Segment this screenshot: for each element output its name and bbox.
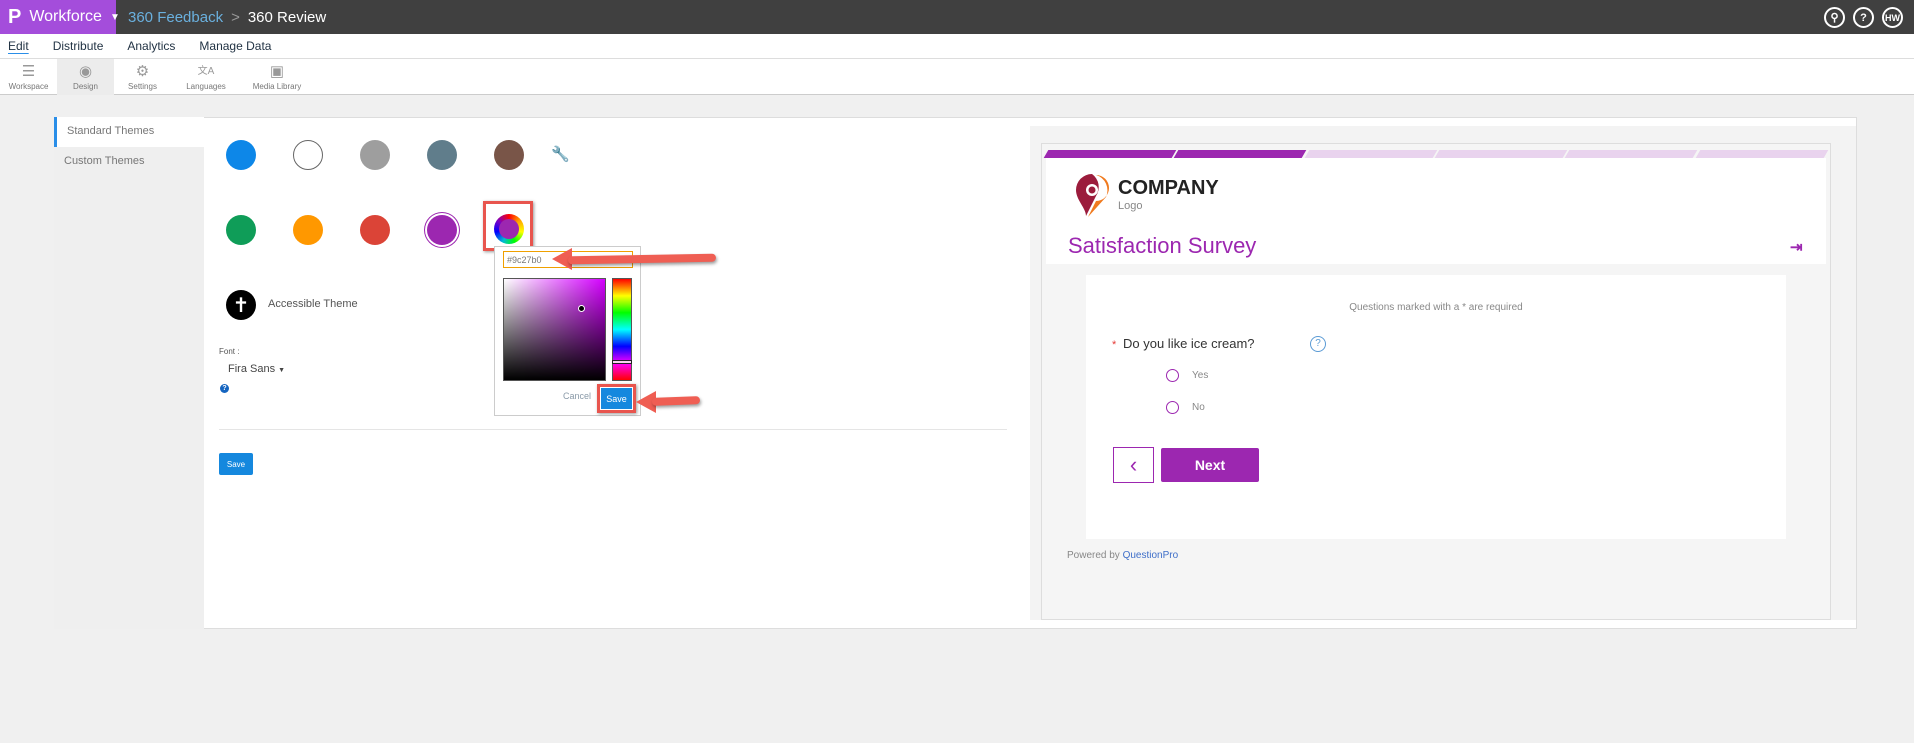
logo-icon: P xyxy=(8,5,22,28)
sidebar-standard-themes[interactable]: Standard Themes xyxy=(54,117,204,147)
color-cursor[interactable] xyxy=(578,305,585,312)
chevron-left-icon: ‹ xyxy=(1129,452,1138,477)
theme-swatch[interactable] xyxy=(427,215,457,245)
breadcrumb-separator: > xyxy=(231,8,240,26)
tool-label: Media Library xyxy=(252,81,302,91)
product-name: Workforce xyxy=(29,8,102,25)
breadcrumb: 360 Feedback > 360 Review xyxy=(128,0,326,34)
menu-distribute[interactable]: Distribute xyxy=(53,39,104,53)
gear-icon: ⚙ xyxy=(135,62,150,80)
powered-by: Powered by QuestionPro xyxy=(1067,550,1178,561)
hue-slider-handle[interactable] xyxy=(612,360,632,364)
hue-slider[interactable] xyxy=(612,278,632,381)
translate-icon: 文A xyxy=(197,65,215,77)
radio-yes[interactable] xyxy=(1166,369,1179,382)
help-icon[interactable]: ? xyxy=(220,384,229,393)
product-switcher[interactable]: P Workforce ▼ xyxy=(0,0,120,34)
progress-segment xyxy=(1565,150,1698,158)
accessible-theme-label[interactable]: Accessible Theme xyxy=(268,298,358,310)
breadcrumb-360-review: 360 Review xyxy=(247,8,327,26)
theme-swatch[interactable] xyxy=(226,215,256,245)
tool-label: Settings xyxy=(128,81,157,91)
picker-cancel-button[interactable]: Cancel xyxy=(563,391,591,401)
accessibility-icon[interactable]: ✝ xyxy=(226,290,256,320)
progress-segment xyxy=(1174,150,1307,158)
theme-swatch[interactable] xyxy=(226,140,256,170)
menu-analytics[interactable]: Analytics xyxy=(127,39,175,53)
company-logo-text: Logo xyxy=(1118,200,1143,212)
breadcrumb-360-feedback[interactable]: 360 Feedback xyxy=(128,9,223,26)
powered-by-text: Powered by xyxy=(1067,550,1120,561)
caret-down-icon: ▼ xyxy=(278,367,286,374)
user-avatar[interactable]: HW xyxy=(1882,7,1903,28)
wrench-icon[interactable]: 🔧 xyxy=(551,145,570,163)
save-button[interactable]: Save xyxy=(219,453,253,475)
theme-swatch[interactable] xyxy=(427,140,457,170)
questionpro-link[interactable]: QuestionPro xyxy=(1123,550,1179,561)
font-value: Fira Sans xyxy=(228,363,276,375)
radio-no[interactable] xyxy=(1166,401,1179,414)
option-label[interactable]: No xyxy=(1192,402,1205,413)
theme-swatch[interactable] xyxy=(293,215,323,245)
main-menu: Edit Distribute Analytics Manage Data xyxy=(0,34,1914,59)
question-card xyxy=(1086,275,1786,539)
palette-icon: ◉ xyxy=(78,62,93,80)
required-note: Questions marked with a * are required xyxy=(1349,302,1523,313)
progress-segment xyxy=(1434,150,1568,158)
company-name: COMPANY xyxy=(1118,177,1219,199)
progress-bar xyxy=(1043,150,1829,158)
tool-workspace[interactable]: ☰ Workspace xyxy=(0,59,57,95)
theme-swatch[interactable] xyxy=(360,215,390,245)
tool-design[interactable]: ◉ Design xyxy=(57,59,114,95)
tool-label: Design xyxy=(73,81,98,91)
search-icon[interactable]: ⚲ xyxy=(1824,7,1845,28)
company-logo-icon xyxy=(1076,174,1109,217)
divider xyxy=(219,429,1007,430)
font-label: Font : xyxy=(219,347,240,356)
required-asterisk: * xyxy=(1112,339,1117,351)
caret-down-icon: ▼ xyxy=(109,11,120,23)
picker-save-button[interactable]: Save xyxy=(601,388,632,409)
tool-media-library[interactable]: ▣ Media Library xyxy=(241,59,313,95)
sidebar-custom-themes[interactable]: Custom Themes xyxy=(54,147,204,177)
tool-label: Languages xyxy=(186,81,226,91)
progress-segment xyxy=(1043,150,1177,158)
exit-icon[interactable]: ⇥ xyxy=(1790,238,1803,256)
tool-languages[interactable]: 文A Languages xyxy=(171,59,241,95)
theme-swatch[interactable] xyxy=(360,140,390,170)
custom-color-wheel-icon[interactable] xyxy=(494,214,524,244)
toolbar: ☰ Workspace ◉ Design ⚙ Settings 文A Languages… xyxy=(0,59,1914,95)
list-icon: ☰ xyxy=(21,62,36,80)
next-button[interactable]: Next xyxy=(1161,448,1259,482)
progress-segment xyxy=(1695,150,1829,158)
tool-label: Workspace xyxy=(8,81,49,91)
image-icon: ▣ xyxy=(269,62,285,80)
menu-manage-data[interactable]: Manage Data xyxy=(199,39,271,53)
option-label[interactable]: Yes xyxy=(1192,370,1208,381)
back-button[interactable]: ‹ xyxy=(1113,447,1154,483)
theme-swatch[interactable] xyxy=(293,140,323,170)
help-icon[interactable]: ? xyxy=(1853,7,1874,28)
font-dropdown[interactable]: Fira Sans ▼ xyxy=(228,363,285,375)
question-text: Do you like ice cream? xyxy=(1123,336,1255,351)
annotation-arrow xyxy=(651,396,701,406)
survey-title: Satisfaction Survey xyxy=(1068,233,1257,258)
theme-sidebar: Standard Themes Custom Themes xyxy=(54,117,204,629)
saturation-value-area[interactable] xyxy=(503,278,606,381)
theme-swatch[interactable] xyxy=(494,140,524,170)
progress-segment xyxy=(1304,150,1438,158)
menu-edit[interactable]: Edit xyxy=(8,39,29,53)
question-help-icon[interactable]: ? xyxy=(1310,336,1326,352)
tool-settings[interactable]: ⚙ Settings xyxy=(114,59,171,95)
